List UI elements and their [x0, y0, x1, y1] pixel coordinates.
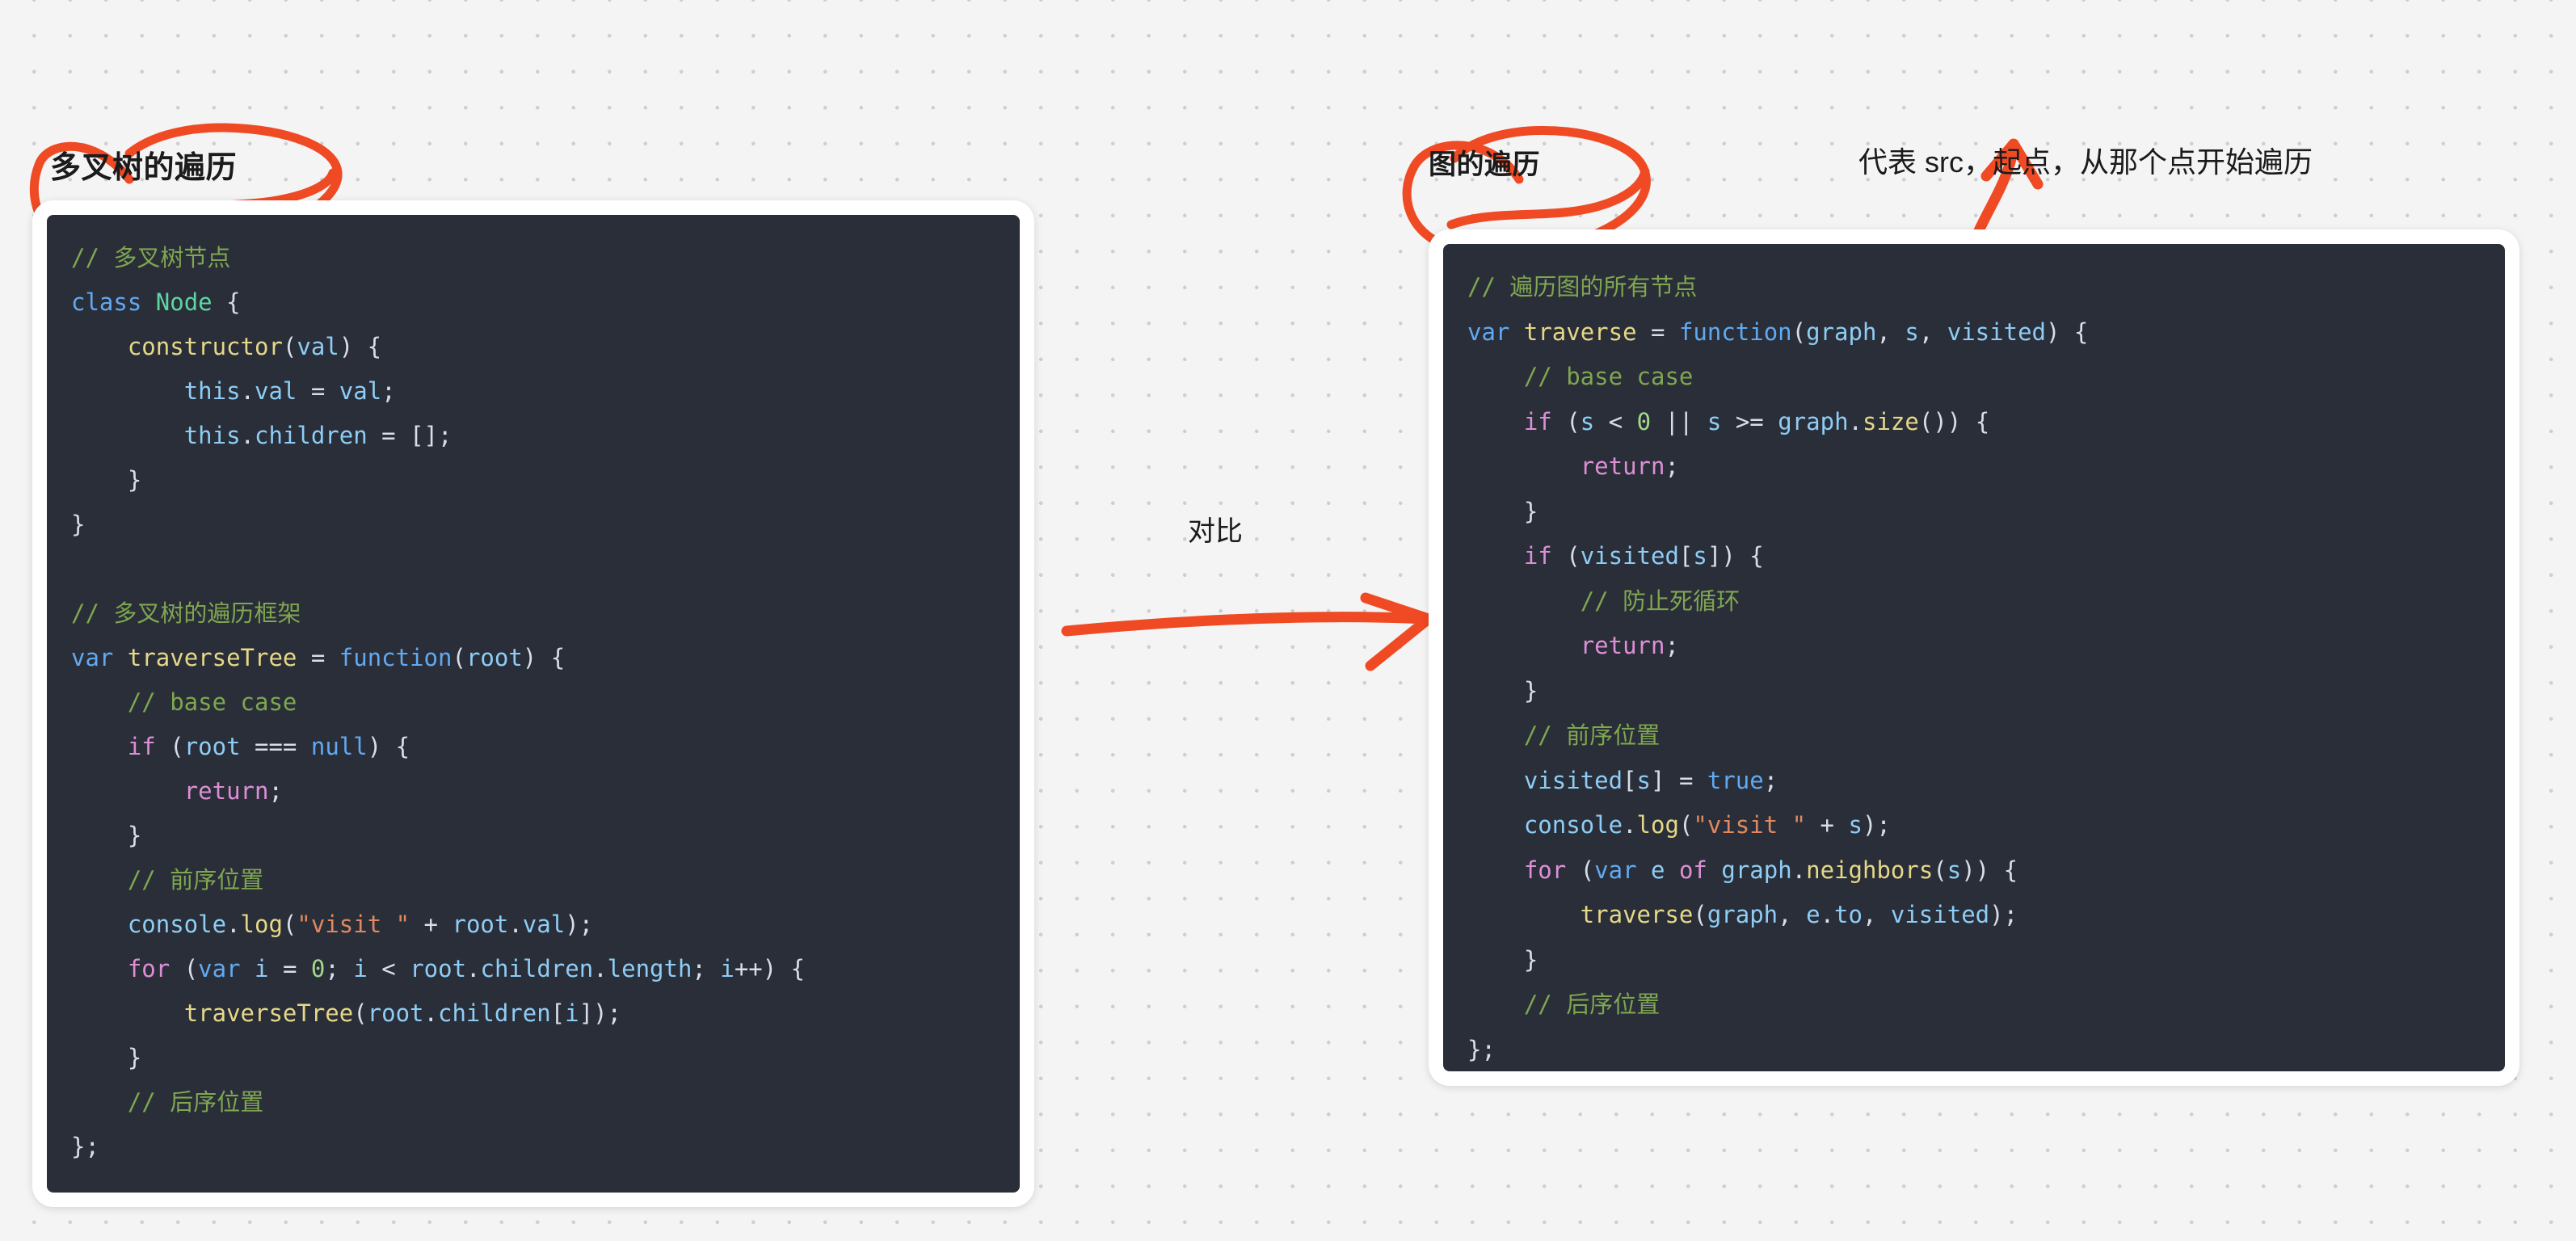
annotation-compare-label: 对比 — [1188, 516, 1243, 547]
code-card-graph[interactable]: // 遍历图的所有节点 var traverse = function(grap… — [1429, 229, 2519, 1086]
code-text-tree: // 多叉树节点 class Node { constructor(val) {… — [71, 244, 806, 1160]
code-card-tree[interactable]: // 多叉树节点 class Node { constructor(val) {… — [32, 200, 1034, 1207]
page-title-right: 图的遍历 — [1429, 149, 1540, 180]
compare-arrow-head-ink — [1360, 592, 1434, 671]
annotation-src-note: 代表 src，起点，从那个点开始遍历 — [1858, 145, 2313, 179]
code-block-graph[interactable]: // 遍历图的所有节点 var traverse = function(grap… — [1443, 244, 2505, 1071]
compare-arrow-shaft-ink — [1061, 612, 1429, 637]
page-title-left: 多叉树的遍历 — [50, 151, 238, 185]
code-text-graph: // 遍历图的所有节点 var traverse = function(grap… — [1467, 273, 2089, 1063]
code-block-tree[interactable]: // 多叉树节点 class Node { constructor(val) {… — [47, 215, 1020, 1193]
